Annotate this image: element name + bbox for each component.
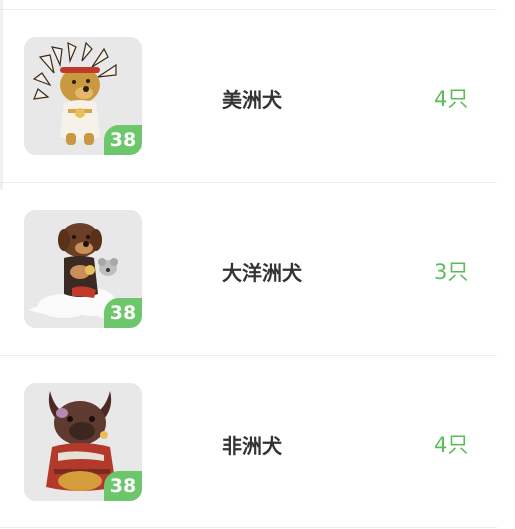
list-item[interactable]: 38 非洲犬 4只: [0, 356, 515, 528]
level-badge: 38: [104, 471, 142, 501]
dog-name: 大洋洲犬: [222, 261, 302, 285]
dog-name: 美洲犬: [222, 88, 282, 112]
dog-count: 4只: [434, 433, 469, 457]
level-badge: 38: [104, 298, 142, 328]
list-item[interactable]: 38 美洲犬 4只: [0, 10, 515, 182]
dog-name: 非洲犬: [222, 434, 282, 458]
dog-thumbnail[interactable]: 38: [24, 383, 142, 501]
dog-count: 3只: [434, 260, 469, 284]
level-badge: 38: [104, 125, 142, 155]
divider: [0, 527, 497, 528]
dog-count: 4只: [434, 87, 469, 111]
dog-thumbnail[interactable]: 38: [24, 210, 142, 328]
list-item[interactable]: 38 大洋洲犬 3只: [0, 183, 515, 355]
dog-thumbnail[interactable]: 38: [24, 37, 142, 155]
